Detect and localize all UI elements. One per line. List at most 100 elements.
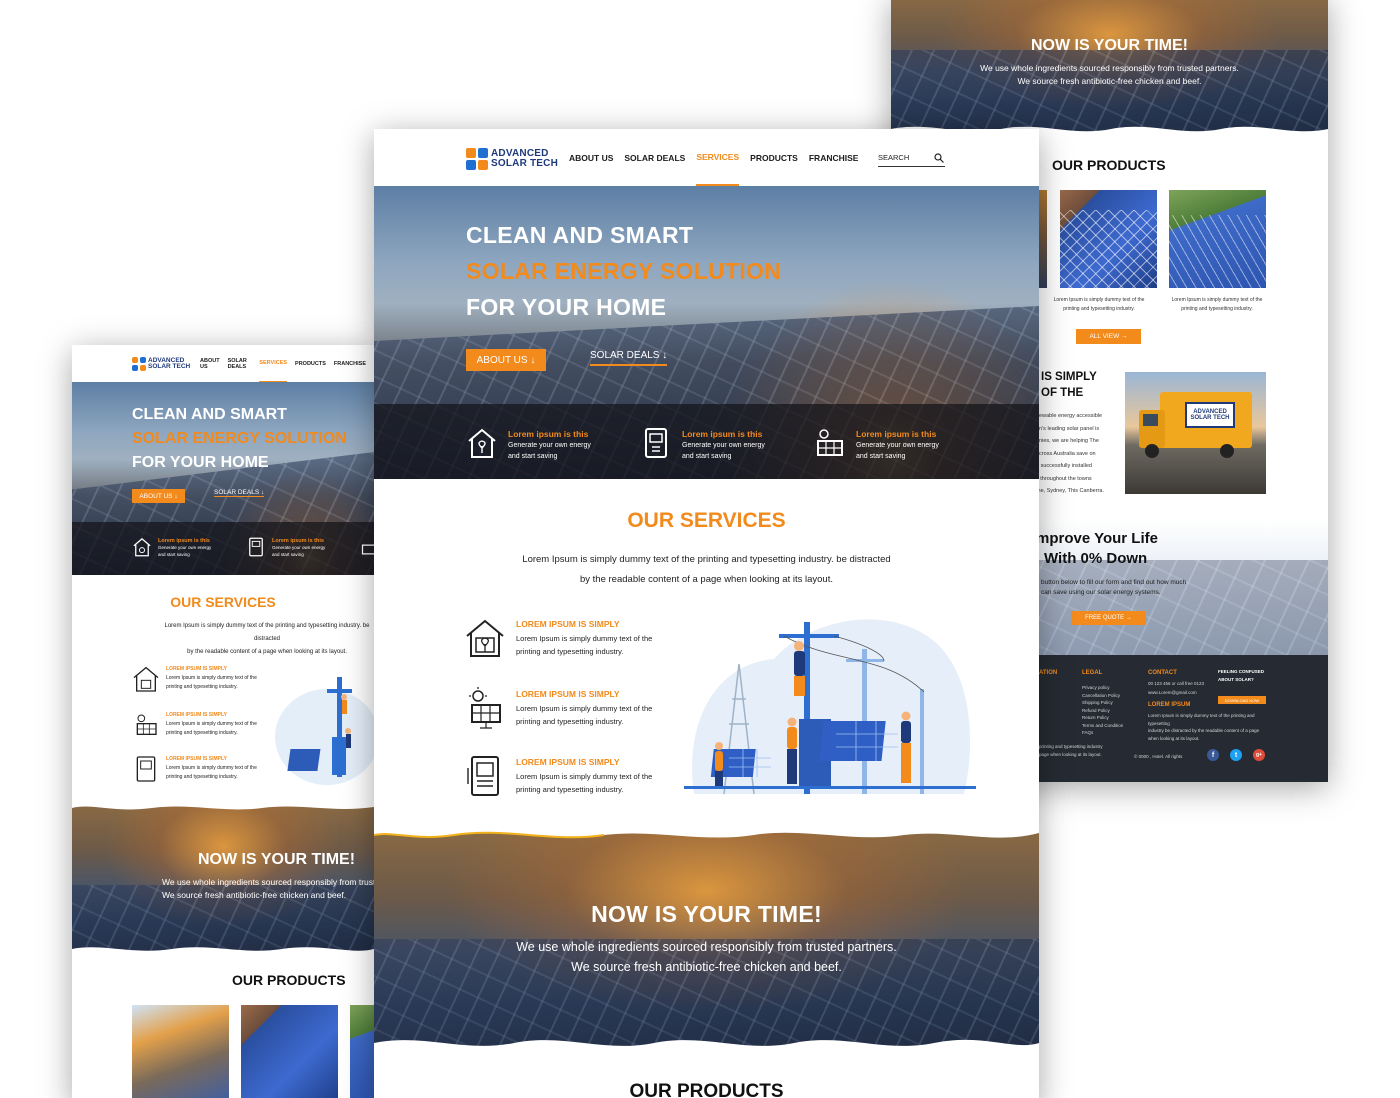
google-plus-icon[interactable]: g+ (1253, 749, 1265, 761)
left-page-mockup: ADVANCED SOLAR TECH ABOUT US SOLAR DEALS … (72, 345, 374, 1098)
hero-line-2: SOLAR ENERGY SOLUTION (132, 430, 347, 447)
footer-legal-title: LEGAL (1082, 670, 1103, 676)
all-view-button[interactable]: ALL VIEW → (1076, 329, 1141, 344)
nav-menu: ABOUT US SOLAR DEALS SERVICES PRODUCTS F… (200, 345, 374, 382)
nav-products[interactable]: PRODUCTS (750, 129, 798, 186)
hero-banner: CLEAN AND SMART SOLAR ENERGY SOLUTION FO… (374, 186, 1039, 479)
service-item: LOREM IPSUM IS SIMPLY Lorem Ipsum is simp… (464, 616, 666, 660)
cta-line-1: We use whole ingredients sourced respons… (162, 877, 374, 887)
twitter-icon[interactable]: t (1230, 749, 1242, 761)
service-item: LOREM IPSUM IS SIMPLY Lorem Ipsum is simp… (464, 686, 666, 730)
footer-lorem-title: LOREM IPSUM (1148, 702, 1191, 708)
footer-left-text: printing and typesetting industry page wh… (1039, 744, 1103, 757)
inverter-icon (136, 756, 156, 782)
feature-item (360, 536, 374, 558)
brand-logo[interactable]: ADVANCED SOLAR TECH (132, 357, 190, 371)
contact-phone: 00 123 456 or call free 0123 (1148, 681, 1205, 686)
nav-menu: ABOUT US SOLAR DEALS SERVICES PRODUCTS F… (569, 129, 869, 186)
feature-band: Lorem ipsum is this Generate your own ene… (374, 404, 1039, 479)
nav-bar: ADVANCED SOLAR TECH ABOUT US SOLAR DEALS … (374, 129, 1039, 186)
wave-divider (374, 1039, 1039, 1051)
nav-franchise[interactable]: FRANCHISE (334, 345, 366, 382)
facebook-icon[interactable]: f (1207, 749, 1219, 761)
solar-panel-icon (817, 429, 843, 456)
cta-line-2: We source fresh antibiotic-free chicken … (162, 890, 347, 900)
product-caption: Lorem Ipsum is simply dummy text of the p… (1171, 297, 1263, 312)
nav-about[interactable]: ABOUT US (200, 345, 220, 382)
inverter-icon (645, 428, 667, 458)
legal-links[interactable]: Privacy policy Cancellation Policy Shippin… (1082, 684, 1123, 737)
nav-solar-deals[interactable]: SOLAR DEALS (624, 129, 685, 186)
main-page-mockup: ADVANCED SOLAR TECH ABOUT US SOLAR DEALS … (374, 129, 1039, 1098)
service-item: LOREM IPSUM IS SIMPLY Lorem Ipsum is simp… (132, 710, 266, 740)
cta-line-1: We use whole ingredients sourced respons… (980, 63, 1239, 73)
feature-item: Lorem ipsum is this Generate your own ene… (132, 536, 211, 558)
eco-house-icon (468, 428, 496, 458)
eco-house-icon (133, 666, 159, 692)
services-title: OUR SERVICES (627, 509, 786, 532)
technicians-illustration (684, 619, 976, 795)
hero-banner: CLEAN AND SMART SOLAR ENERGY SOLUTION FO… (72, 382, 374, 575)
nav-services[interactable]: SERVICES (696, 129, 740, 186)
product-image[interactable] (1060, 190, 1157, 288)
about-us-button[interactable]: ABOUT US ↓ (466, 349, 546, 371)
quote-title-2: With 0% Down (1044, 550, 1148, 567)
nav-solar-deals[interactable]: SOLAR DEALS (228, 345, 252, 382)
about-title: IS SIMPLY OF THE (1041, 371, 1097, 399)
feature-item: Lorem ipsum is this Generate your own ene… (814, 426, 939, 461)
product-caption: Lorem Ipsum is simply dummy text of the p… (1053, 297, 1145, 312)
solar-deals-button[interactable]: SOLAR DEALS ↓ (214, 489, 265, 497)
nav-products[interactable]: PRODUCTS (295, 345, 326, 382)
nav-franchise[interactable]: FRANCHISE (809, 129, 859, 186)
quote-text-2: can save using our solar energy systems. (1041, 589, 1161, 596)
technicians-illustration (275, 677, 374, 785)
cta-title: NOW IS YOUR TIME! (591, 901, 822, 927)
wave-divider (374, 829, 1039, 839)
quote-text-1: button below to fill our form and find o… (1041, 579, 1187, 586)
free-quote-button[interactable]: FREE QUOTE → (1071, 611, 1146, 625)
footer-contact-title: CONTACT (1148, 670, 1177, 676)
product-image[interactable] (1169, 190, 1266, 288)
about-text: newable energy accessible on's leading so… (1036, 413, 1104, 494)
copyright: © 0000 , Hotel. All rights (1134, 754, 1183, 759)
wave-divider (72, 947, 374, 953)
services-title: OUR SERVICES (170, 594, 276, 610)
logo-icon (132, 357, 146, 371)
product-image[interactable] (350, 1005, 374, 1098)
cta-title: NOW IS YOUR TIME! (1030, 37, 1189, 54)
confused-text: FEELING CONFUSED ABOUT SOLAR? (1218, 669, 1265, 682)
cta-banner: NOW IS YOUR TIME! We use whole ingredien… (374, 829, 1039, 1051)
about-us-button[interactable]: ABOUT US ↓ (132, 489, 185, 503)
nav-about[interactable]: ABOUT US (569, 129, 613, 186)
nav-services[interactable]: SERVICES (259, 345, 288, 382)
hero-line-3: FOR YOUR HOME (466, 294, 667, 320)
eco-house-icon (466, 619, 504, 657)
product-image[interactable] (241, 1005, 338, 1098)
footer-lorem-text: Lorem Ipsum is simply dummy text of the … (1148, 713, 1260, 741)
inverter-icon (467, 756, 499, 796)
services-desc: Lorem Ipsum is simply dummy text of the … (522, 554, 891, 585)
brand-logo[interactable]: ADVANCED SOLAR TECH (466, 148, 558, 170)
cta-line-2: We source fresh antibiotic-free chicken … (1017, 76, 1202, 86)
service-item: LOREM IPSUM IS SIMPLY Lorem Ipsum is simp… (464, 754, 666, 798)
logo-icon (466, 148, 488, 170)
contact-email[interactable]: www.Lorem@gmail.com (1148, 689, 1197, 697)
eco-house-icon (133, 538, 151, 557)
product-image[interactable] (132, 1005, 229, 1098)
solar-panel-icon (136, 714, 157, 735)
products-title: OUR PRODUCTS (232, 972, 346, 988)
feature-item: Lorem ipsum is this Generate your own ene… (640, 426, 765, 461)
services-desc: Lorem Ipsum is simply dummy text of the … (164, 623, 370, 655)
service-item: LOREM IPSUM IS SIMPLY Lorem Ipsum is simp… (132, 754, 266, 784)
solar-deals-button[interactable]: SOLAR DEALS ↓ (590, 350, 668, 366)
feature-item: Lorem ipsum is this Generate your own ene… (466, 426, 591, 461)
footer-col-title: ATION (1039, 670, 1058, 676)
cta-banner: NOW IS YOUR TIME! We use whole ingredien… (72, 805, 374, 953)
download-button[interactable]: DOWNLOAD NOW (1218, 696, 1266, 704)
wave-divider (72, 805, 374, 810)
cta-line-2: We source fresh antibiotic-free chicken … (571, 960, 842, 974)
search-icon[interactable] (934, 153, 944, 163)
truck-image: ADVANCED SOLAR TECH (1125, 372, 1266, 494)
nav-bar: ADVANCED SOLAR TECH ABOUT US SOLAR DEALS … (72, 345, 374, 382)
mockup-stage: NOW IS YOUR TIME! We use whole ingredien… (0, 0, 1400, 1098)
